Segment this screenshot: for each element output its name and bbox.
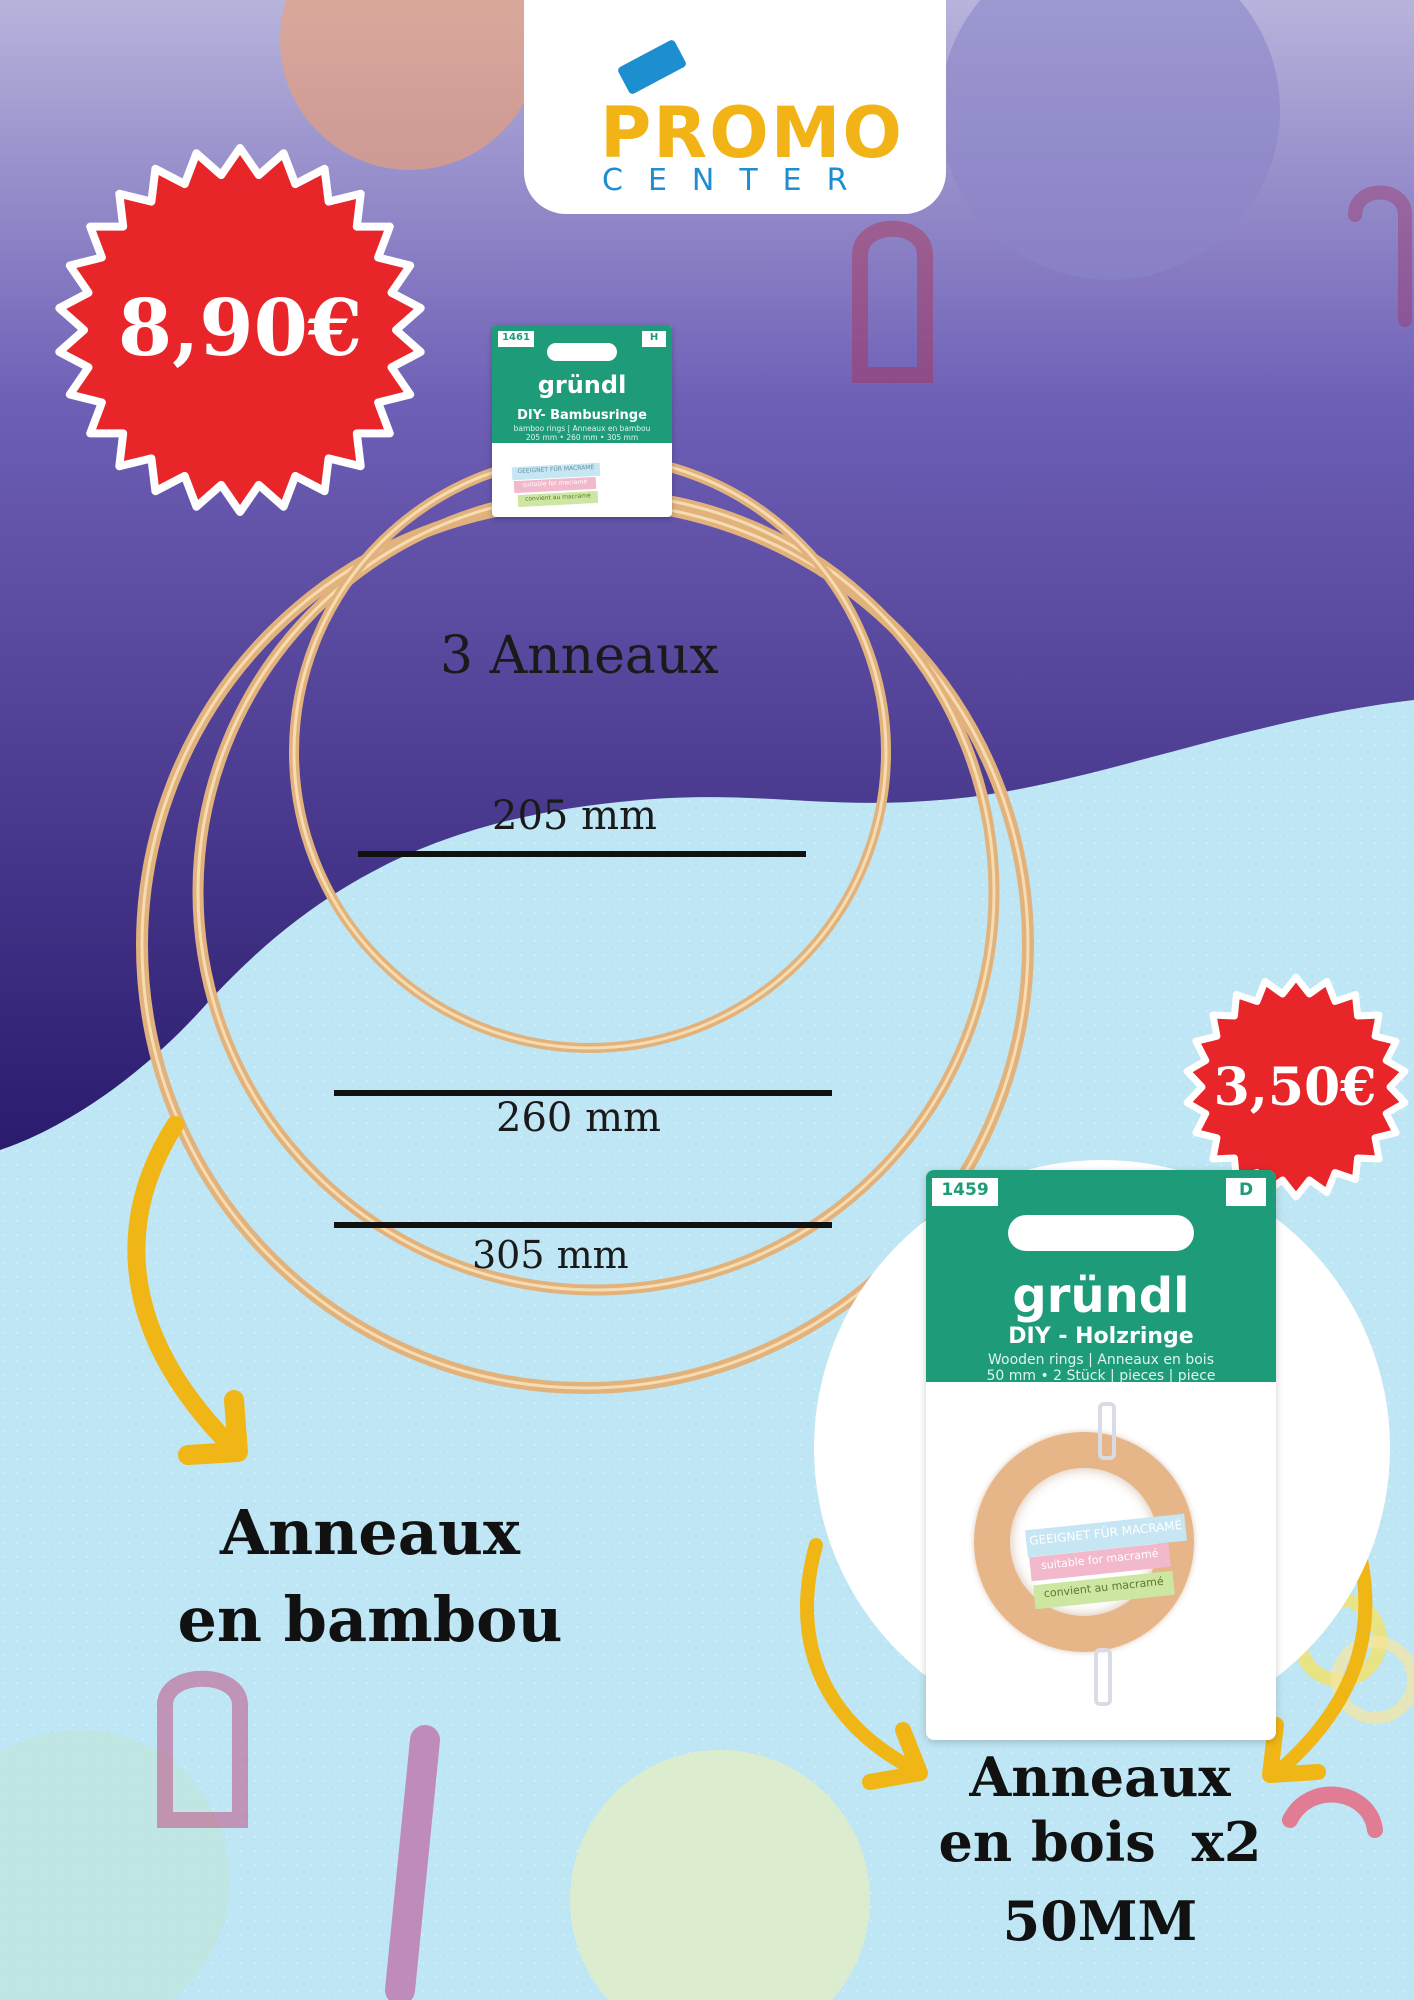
size-305: 305 mm (472, 1233, 629, 1277)
size-205: 205 mm (492, 793, 657, 839)
package-code: 1461 (498, 331, 534, 347)
logo-promo: PROMO (600, 92, 904, 174)
package-brand: gründl (1012, 1268, 1190, 1324)
package-code: 1459 (932, 1178, 998, 1206)
wood-product-name: Anneaux en bois x2 50MM (930, 1745, 1270, 1953)
bamboo-name-line1: Anneaux (220, 1496, 520, 1569)
bamboo-product-name: Anneaux en bambou (140, 1490, 600, 1664)
package-brand: gründl (537, 371, 627, 399)
hang-hole (547, 343, 617, 361)
bamboo-name-line2: en bambou (177, 1582, 563, 1656)
logo-center: CENTER (602, 163, 873, 198)
bamboo-package: 1461 H gründl DIY- Bambusringe bamboo ri… (492, 325, 672, 517)
package-subtitle: Wooden rings | Anneaux en bois (988, 1352, 1214, 1368)
package-sizes: 205 mm • 260 mm • 305 mm (525, 433, 639, 442)
ring-count-label: 3 Anneaux (440, 626, 719, 686)
wood-package: 1459 D gründl DIY - Holzringe Wooden rin… (926, 1170, 1276, 1740)
package-letter: D (1226, 1178, 1266, 1206)
wood-name-line1: Anneaux (969, 1745, 1231, 1809)
size-260: 260 mm (496, 1095, 661, 1141)
promo-poster: PROMO CENTER 8,90€ 3,50€ 1461 H gründl D… (0, 0, 1414, 2000)
package-letter: H (642, 331, 666, 347)
package-title: DIY - Holzringe (1008, 1324, 1194, 1349)
wood-quantity: x2 (1191, 1809, 1262, 1874)
package-title: DIY- Bambusringe (517, 408, 647, 423)
price-wood: 3,50€ (1213, 1057, 1377, 1118)
package-sizes: 50 mm • 2 Stück | pieces | piece (986, 1368, 1216, 1384)
price-bamboo: 8,90€ (117, 283, 363, 374)
wood-size: 50MM (1002, 1888, 1198, 1953)
hanging-loop (1098, 1402, 1116, 1460)
hanging-loop (1094, 1648, 1112, 1706)
label-macrame-fr: convient au macramé (517, 490, 599, 508)
hang-hole (1008, 1215, 1194, 1251)
wood-name-line2: en bois (938, 1809, 1156, 1874)
